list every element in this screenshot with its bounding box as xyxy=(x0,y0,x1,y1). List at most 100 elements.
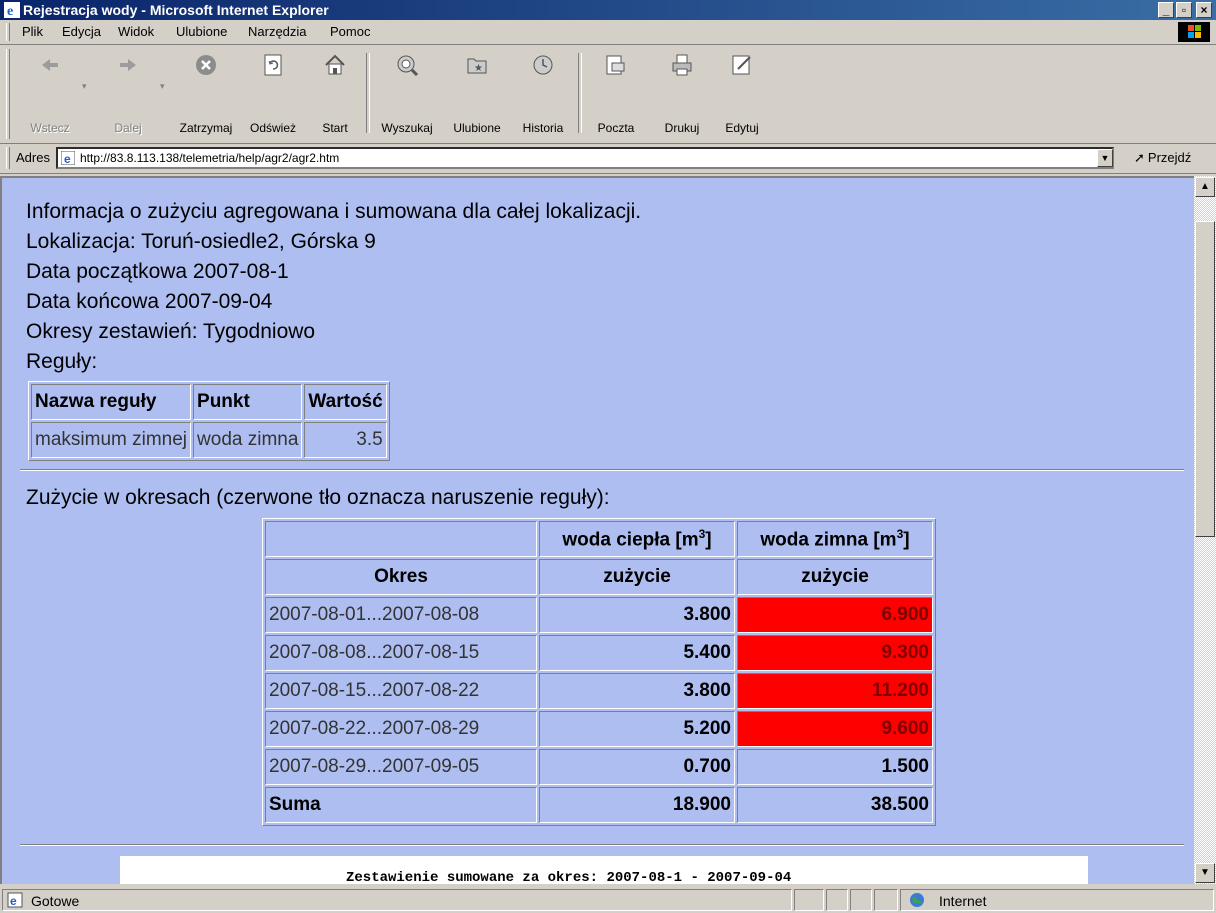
favorites-button[interactable]: ★ Ulubione xyxy=(444,51,510,137)
refresh-button[interactable]: Odśwież xyxy=(244,51,302,137)
globe-icon xyxy=(910,893,924,907)
menu-edit[interactable]: Edycja xyxy=(62,24,101,39)
cold-value-cell: 6.900 xyxy=(737,597,933,633)
edit-icon xyxy=(732,55,751,75)
info-period: Okresy zestawień: Tygodniowo xyxy=(26,320,316,343)
table-header-row: Nazwa reguły Punkt Wartość xyxy=(31,384,387,420)
menu-favorites[interactable]: Ulubione xyxy=(176,24,227,39)
print-icon xyxy=(672,54,692,76)
menu-file[interactable]: Plik xyxy=(22,24,43,39)
stop-button[interactable]: Zatrzymaj xyxy=(174,51,238,137)
table-row: 2007-08-08...2007-08-15 5.400 9.300 xyxy=(265,635,933,671)
summary-caption: Zestawienie sumowane za okres: 2007-08-1… xyxy=(346,870,792,884)
forward-button[interactable]: Dalej xyxy=(100,51,156,137)
status-panel xyxy=(850,889,872,911)
maximize-button[interactable]: ▫ xyxy=(1176,2,1192,18)
info-location: Lokalizacja: Toruń-osiedle2, Górska 9 xyxy=(26,230,376,253)
period-cell: 2007-08-29...2007-09-05 xyxy=(265,749,537,785)
address-grip[interactable] xyxy=(6,147,10,169)
hot-value-cell: 0.700 xyxy=(539,749,735,785)
usage-table: woda ciepła [m3] woda zimna [m3] Okres z… xyxy=(262,518,936,826)
period-cell: 2007-08-22...2007-08-29 xyxy=(265,711,537,747)
favorites-icon: ★ xyxy=(467,58,487,74)
rule-point-header: Punkt xyxy=(193,384,303,420)
menu-view[interactable]: Widok xyxy=(118,24,154,39)
print-button[interactable]: Drukuj xyxy=(656,51,708,137)
table-row: 2007-08-22...2007-08-29 5.200 9.600 xyxy=(265,711,933,747)
menu-tools[interactable]: Narzędzia xyxy=(248,24,307,39)
menu-bar: Plik Edycja Widok Ulubione Narzędzia Pom… xyxy=(0,20,1216,45)
back-arrow-icon xyxy=(42,59,58,71)
window-title: Rejestracja wody - Microsoft Internet Ex… xyxy=(23,2,329,18)
status-bar: e Gotowe Internet xyxy=(0,886,1216,913)
minimize-button[interactable]: _ xyxy=(1158,2,1174,18)
mail-icon xyxy=(606,55,625,75)
mail-button[interactable]: Poczta xyxy=(586,51,646,137)
table-row: 2007-08-15...2007-08-22 3.800 11.200 xyxy=(265,673,933,709)
search-button[interactable]: Wyszukaj xyxy=(372,51,442,137)
rule-name-cell: maksimum zimnej xyxy=(31,422,192,458)
cold-usage-header: zużycie xyxy=(737,559,933,595)
hot-water-header: woda ciepła [m3] xyxy=(539,521,735,557)
address-bar: Adres e http://83.8.113.138/telemetria/h… xyxy=(0,143,1216,174)
sum-label-cell: Suma xyxy=(265,787,537,823)
scroll-down-button[interactable]: ▼ xyxy=(1195,863,1215,883)
home-button[interactable]: Start xyxy=(310,51,360,137)
menu-help[interactable]: Pomoc xyxy=(330,24,370,39)
divider xyxy=(20,844,1184,846)
status-main-panel: e Gotowe xyxy=(2,889,792,911)
rule-point-cell: woda zimna xyxy=(193,422,303,458)
go-label: Przejdź xyxy=(1147,150,1192,165)
go-arrow-icon: ➚ xyxy=(1134,150,1145,165)
hot-value-cell: 5.400 xyxy=(539,635,735,671)
period-header: Okres xyxy=(265,559,537,595)
table-row: 2007-08-29...2007-09-05 0.700 1.500 xyxy=(265,749,933,785)
refresh-icon xyxy=(264,54,282,76)
home-icon xyxy=(325,54,345,75)
title-bar[interactable]: e Rejestracja wody - Microsoft Internet … xyxy=(0,0,1216,20)
empty-header-cell xyxy=(265,521,537,557)
info-start-date: Data początkowa 2007-08-1 xyxy=(26,260,289,283)
address-label: Adres xyxy=(16,150,50,165)
status-panel xyxy=(794,889,824,911)
status-text: Gotowe xyxy=(31,893,80,909)
standard-toolbar: Wstecz ▾ Dalej ▾ Zatrzymaj Odśwież Start… xyxy=(0,45,1216,144)
close-button[interactable]: × xyxy=(1196,2,1212,18)
scroll-up-button[interactable]: ▲ xyxy=(1195,177,1215,197)
hot-usage-header: zużycie xyxy=(539,559,735,595)
info-heading: Informacja o zużyciu agregowana i sumowa… xyxy=(26,200,642,223)
security-zone-panel[interactable]: Internet xyxy=(900,889,1214,911)
svg-text:e: e xyxy=(10,894,17,908)
toolbar-grip[interactable] xyxy=(6,49,10,139)
hot-value-cell: 3.800 xyxy=(539,597,735,633)
menu-grip[interactable] xyxy=(6,23,10,41)
back-dropdown-icon[interactable]: ▾ xyxy=(82,81,87,92)
go-button[interactable]: ➚ Przejdź xyxy=(1134,150,1191,166)
table-sum-row: Suma 18.900 38.500 xyxy=(265,787,933,823)
forward-dropdown-icon[interactable]: ▾ xyxy=(160,81,165,92)
period-cell: 2007-08-15...2007-08-22 xyxy=(265,673,537,709)
edit-button[interactable]: Edytuj xyxy=(716,51,768,137)
svg-text:★: ★ xyxy=(474,63,483,74)
toolbar-separator xyxy=(578,53,582,133)
address-dropdown-button[interactable]: ▼ xyxy=(1097,149,1113,167)
rule-name-header: Nazwa reguły xyxy=(31,384,192,420)
status-panel xyxy=(874,889,898,911)
sum-hot-cell: 18.900 xyxy=(539,787,735,823)
page-done-icon: e xyxy=(7,892,23,908)
back-button[interactable]: Wstecz xyxy=(22,51,78,137)
cold-value-cell: 9.600 xyxy=(737,711,933,747)
history-icon xyxy=(533,55,553,75)
info-end-date: Data końcowa 2007-09-04 xyxy=(26,290,273,313)
cold-water-header: woda zimna [m3] xyxy=(737,521,933,557)
cold-value-cell: 11.200 xyxy=(737,673,933,709)
windows-logo xyxy=(1178,22,1210,42)
hot-value-cell: 3.800 xyxy=(539,673,735,709)
history-button[interactable]: Historia xyxy=(514,51,572,137)
cold-value-cell: 9.300 xyxy=(737,635,933,671)
period-cell: 2007-08-01...2007-08-08 xyxy=(265,597,537,633)
address-input[interactable]: e http://83.8.113.138/telemetria/help/ag… xyxy=(56,147,1114,169)
windows-flag-icon xyxy=(1188,25,1201,38)
scroll-thumb[interactable] xyxy=(1195,221,1215,537)
vertical-scrollbar[interactable]: ▲ ▼ xyxy=(1194,176,1216,884)
